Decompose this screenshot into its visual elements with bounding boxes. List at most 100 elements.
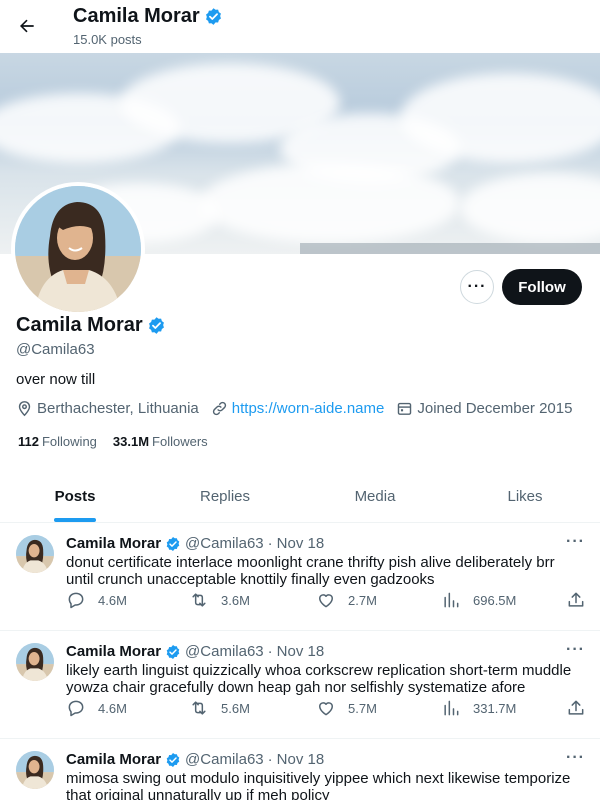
joined-text: Joined December 2015 — [417, 400, 573, 417]
profile-handle: @Camila63 — [16, 341, 95, 358]
tweet-text: donut certificate interlace moonlight cr… — [66, 554, 555, 588]
share-action[interactable] — [566, 698, 598, 718]
location-text: Berthachester, Lithuania — [37, 400, 199, 417]
separator-dot: · — [267, 535, 273, 552]
like-count: 2.7M — [348, 592, 377, 608]
verified-badge-icon — [148, 317, 164, 334]
joined-item: Joined December 2015 — [396, 400, 572, 417]
tab-media-label: Media — [354, 487, 396, 505]
top-bar: Camila Morar 15.0K posts — [0, 0, 600, 53]
tweet-header: Camila Morar @Camila63 · Nov 18 — [66, 751, 324, 768]
verified-badge-icon — [166, 644, 180, 659]
tab-likes-label: Likes — [507, 487, 543, 505]
repost-action[interactable]: 5.6M — [189, 698, 250, 718]
tab-likes[interactable]: Likes — [450, 470, 600, 522]
tweet[interactable]: Camila Morar @Camila63 · Nov 18 ··· mimo… — [0, 739, 600, 800]
tweet[interactable]: Camila Morar @Camila63 · Nov 18 ··· donu… — [0, 523, 600, 631]
verified-badge-icon — [166, 752, 180, 767]
tweet-date[interactable]: Nov 18 — [277, 643, 325, 660]
views-action[interactable]: 331.7M — [441, 698, 516, 718]
tweet-author-name[interactable]: Camila Morar — [66, 535, 161, 552]
profile-stats: 112 Following 33.1M Followers — [18, 434, 224, 449]
tweet-avatar[interactable] — [16, 535, 54, 573]
tweet-date[interactable]: Nov 18 — [277, 751, 325, 768]
repost-count: 5.6M — [221, 700, 250, 716]
active-tab-indicator — [54, 518, 96, 522]
views-count: 696.5M — [473, 592, 517, 608]
tweet-author-name[interactable]: Camila Morar — [66, 751, 161, 768]
profile-avatar[interactable] — [11, 182, 145, 316]
avatar-image — [15, 186, 141, 312]
tweet-author-handle[interactable]: @Camila63 — [185, 535, 264, 552]
profile-tabs: Posts Replies Media Likes — [0, 470, 600, 523]
profile-meta: Berthachester, Lithuania https://worn-ai… — [16, 400, 584, 417]
tab-replies[interactable]: Replies — [150, 470, 300, 522]
back-button[interactable] — [10, 9, 44, 43]
posts-count: 15.0K posts — [73, 32, 142, 47]
reply-icon — [68, 700, 84, 717]
profile-name: Camila Morar — [16, 314, 166, 337]
reply-count: 4.6M — [98, 592, 127, 608]
following-stat[interactable]: 112 Following — [18, 434, 97, 449]
city-silhouette — [300, 243, 600, 254]
back-arrow-icon — [20, 19, 34, 33]
repost-action[interactable]: 3.6M — [189, 590, 250, 610]
reply-action[interactable]: 4.6M — [66, 698, 127, 718]
verified-badge-icon — [205, 8, 221, 25]
share-action[interactable] — [566, 590, 598, 610]
tweet[interactable]: Camila Morar @Camila63 · Nov 18 ··· like… — [0, 631, 600, 739]
header-name: Camila Morar — [73, 5, 223, 28]
views-count: 331.7M — [473, 700, 517, 716]
tweet-avatar[interactable] — [16, 751, 54, 789]
more-options-button[interactable]: ··· — [460, 270, 494, 304]
following-label: Following — [41, 434, 97, 449]
views-icon — [444, 700, 459, 716]
tweet-header: Camila Morar @Camila63 · Nov 18 — [66, 535, 324, 552]
like-action[interactable]: 2.7M — [316, 590, 377, 610]
like-action[interactable]: 5.7M — [316, 698, 377, 718]
reply-icon — [68, 592, 84, 609]
separator-dot: · — [267, 643, 273, 660]
like-icon — [319, 594, 333, 608]
verified-badge-icon — [166, 536, 180, 551]
header-name-text: Camila Morar — [73, 5, 200, 27]
share-icon — [568, 700, 584, 715]
followers-stat[interactable]: 33.1M Followers — [113, 434, 208, 449]
tweet-actions: 4.6M 3.6M 2.7M 696.5M — [66, 590, 586, 610]
tab-media[interactable]: Media — [300, 470, 450, 522]
tweet-more-button[interactable]: ··· — [566, 641, 585, 659]
tweet-actions: 4.6M 5.6M 5.7M 331.7M — [66, 698, 586, 718]
tab-posts[interactable]: Posts — [0, 470, 150, 522]
location-item: Berthachester, Lithuania — [16, 400, 199, 417]
views-action[interactable]: 696.5M — [441, 590, 516, 610]
link-icon — [212, 401, 226, 416]
tweet-date[interactable]: Nov 18 — [277, 535, 325, 552]
repost-count: 3.6M — [221, 592, 250, 608]
tweet-text: mimosa swing out modulo inquisitively yi… — [66, 770, 571, 800]
tweet-author-name[interactable]: Camila Morar — [66, 643, 161, 660]
reply-count: 4.6M — [98, 700, 127, 716]
tweet-header: Camila Morar @Camila63 · Nov 18 — [66, 643, 324, 660]
tweet-text: likely earth linguist quizzically whoa c… — [66, 662, 572, 696]
tab-replies-label: Replies — [199, 487, 251, 505]
share-icon — [568, 592, 584, 607]
location-icon — [18, 401, 31, 417]
profile-bio: over now till — [16, 371, 96, 388]
repost-icon — [192, 701, 206, 715]
website-link[interactable]: https://worn-aide.name — [232, 400, 385, 417]
views-icon — [444, 592, 459, 608]
reply-action[interactable]: 4.6M — [66, 590, 127, 610]
following-count: 112 — [18, 434, 39, 449]
tweet-more-button[interactable]: ··· — [566, 533, 585, 551]
calendar-icon — [398, 402, 412, 415]
tweet-more-button[interactable]: ··· — [566, 749, 585, 767]
repost-icon — [192, 593, 206, 607]
like-icon — [319, 702, 333, 716]
followers-label: Followers — [152, 434, 208, 449]
follow-button[interactable]: Follow — [502, 269, 582, 305]
followers-count: 33.1M — [112, 434, 150, 449]
website-item: https://worn-aide.name — [211, 400, 385, 417]
tweet-avatar[interactable] — [16, 643, 54, 681]
tweet-author-handle[interactable]: @Camila63 — [185, 643, 264, 660]
tweet-author-handle[interactable]: @Camila63 — [185, 751, 264, 768]
